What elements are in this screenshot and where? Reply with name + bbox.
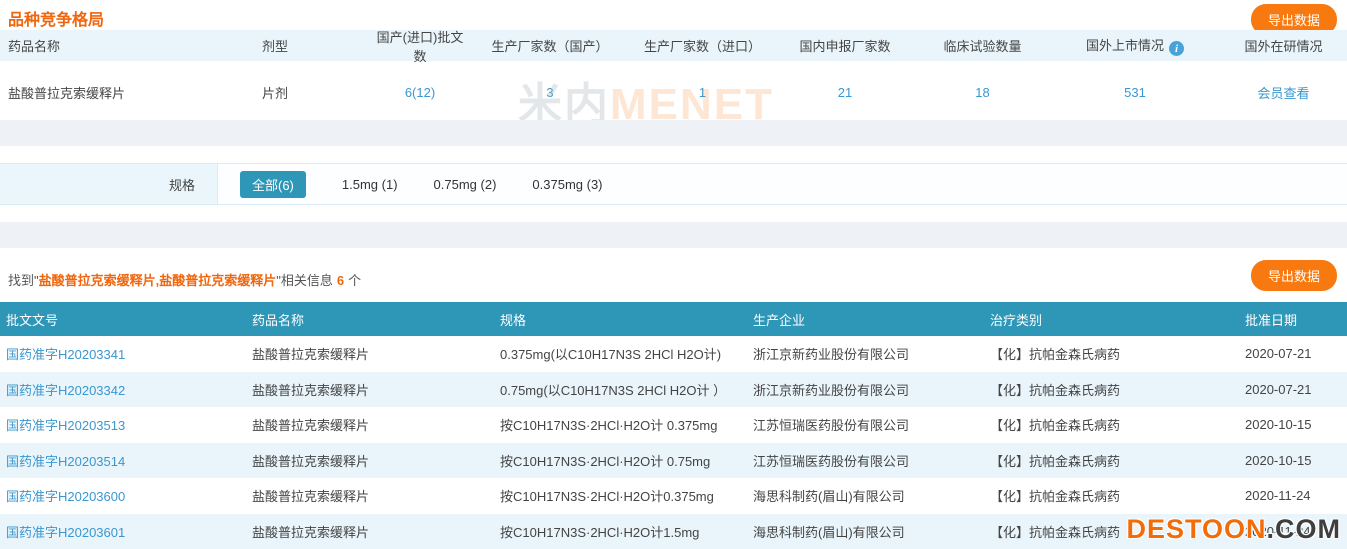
col-approval-date: 批准日期 [1239, 310, 1347, 329]
approval-number-link[interactable]: 国药准字H20203601 [6, 525, 125, 540]
approval-number-link[interactable]: 国药准字H20203341 [6, 347, 125, 362]
section-divider [0, 120, 1347, 146]
export-data-button-results[interactable]: 导出数据 [1251, 260, 1337, 291]
col-clinical-trials: 临床试验数量 [915, 36, 1050, 55]
filter-option-1-5mg[interactable]: 1.5mg (1) [342, 177, 398, 192]
cell-specification: 按C10H17N3S·2HCl·H2O计0.375mg [494, 486, 747, 505]
cell-approval-date: 2020-11-24 [1239, 524, 1347, 539]
spec-filter-bar: 规格 全部(6) 1.5mg (1) 0.75mg (2) 0.375mg (3… [0, 163, 1347, 205]
page-title: 品种竞争格局 [8, 6, 104, 30]
table-row: 国药准字H20203514 盐酸普拉克索缓释片 按C10H17N3S·2HCl·… [0, 443, 1347, 479]
cell-dosage-form: 片剂 [258, 83, 370, 102]
cell-approval-date: 2020-07-21 [1239, 382, 1347, 397]
col-manufacturer: 生产企业 [747, 310, 984, 329]
info-icon[interactable]: i [1169, 41, 1184, 56]
results-prefix: 找到" [8, 273, 39, 288]
summary-table-row: 盐酸普拉克索缓释片 片剂 6(12) 3 1 21 18 531 会员查看 [0, 61, 1347, 123]
cell-approval-date: 2020-07-21 [1239, 346, 1347, 361]
table-row: 国药准字H20203601 盐酸普拉克索缓释片 按C10H17N3S·2HCl·… [0, 514, 1347, 549]
summary-table-header: 药品名称 剂型 国产(进口)批文数 生产厂家数（国产） 生产厂家数（进口） 国内… [0, 30, 1347, 61]
results-count: 6 [337, 273, 344, 288]
results-summary-text: 找到"盐酸普拉克索缓释片,盐酸普拉克索缓释片"相关信息 6个 [8, 270, 361, 289]
results-table: 批文文号 药品名称 规格 生产企业 治疗类别 批准日期 国药准字H2020334… [0, 302, 1347, 549]
col-overseas-marketed-label: 国外上市情况 [1086, 38, 1164, 53]
cell-therapy-category: 【化】抗帕金森氏病药 [984, 344, 1239, 363]
table-row: 国药准字H20203342 盐酸普拉克索缓释片 0.75mg(以C10H17N3… [0, 372, 1347, 408]
summary-table: 药品名称 剂型 国产(进口)批文数 生产厂家数（国产） 生产厂家数（进口） 国内… [0, 30, 1347, 123]
results-table-header: 批文文号 药品名称 规格 生产企业 治疗类别 批准日期 [0, 302, 1347, 336]
table-row: 国药准字H20203513 盐酸普拉克索缓释片 按C10H17N3S·2HCl·… [0, 407, 1347, 443]
approval-number-link[interactable]: 国药准字H20203514 [6, 454, 125, 469]
col-approval-count: 国产(进口)批文数 [370, 27, 470, 65]
cell-domestic-applicants-link[interactable]: 21 [838, 85, 852, 100]
section-divider [0, 222, 1347, 248]
cell-approval-date: 2020-11-24 [1239, 488, 1347, 503]
cell-overseas-marketed-link[interactable]: 531 [1124, 85, 1146, 100]
col-therapy-category: 治疗类别 [984, 310, 1239, 329]
cell-drug-name: 盐酸普拉克索缓释片 [246, 486, 494, 505]
cell-drug-name: 盐酸普拉克索缓释片 [246, 415, 494, 434]
cell-therapy-category: 【化】抗帕金森氏病药 [984, 415, 1239, 434]
col-domestic-applicants: 国内申报厂家数 [775, 36, 915, 55]
cell-drug-name: 盐酸普拉克索缓释片 [246, 380, 494, 399]
cell-therapy-category: 【化】抗帕金森氏病药 [984, 522, 1239, 541]
cell-drug-name: 盐酸普拉克索缓释片 [246, 522, 494, 541]
cell-approval-date: 2020-10-15 [1239, 453, 1347, 468]
cell-therapy-category: 【化】抗帕金森氏病药 [984, 451, 1239, 470]
cell-manufacturer: 海思科制药(眉山)有限公司 [747, 522, 984, 541]
cell-manufacturer: 江苏恒瑞医药股份有限公司 [747, 415, 984, 434]
cell-therapy-category: 【化】抗帕金森氏病药 [984, 486, 1239, 505]
cell-specification: 按C10H17N3S·2HCl·H2O计 0.375mg [494, 415, 747, 434]
cell-specification: 0.75mg(以C10H17N3S 2HCl H2O计 ） [494, 380, 747, 399]
filter-option-0-75mg[interactable]: 0.75mg (2) [434, 177, 497, 192]
col-approval-number: 批文文号 [0, 310, 246, 329]
col-domestic-manufacturers: 生产厂家数（国产） [470, 36, 630, 55]
member-view-link[interactable]: 会员查看 [1257, 86, 1309, 101]
cell-import-manufacturers-link[interactable]: 1 [699, 85, 706, 100]
results-keyword: 盐酸普拉克索缓释片,盐酸普拉克索缓释片 [39, 273, 277, 288]
cell-manufacturer: 海思科制药(眉山)有限公司 [747, 486, 984, 505]
results-suffix: 个 [348, 273, 361, 288]
approval-number-link[interactable]: 国药准字H20203600 [6, 489, 125, 504]
cell-approval-date: 2020-10-15 [1239, 417, 1347, 432]
results-middle: "相关信息 [276, 273, 333, 288]
table-row: 国药准字H20203341 盐酸普拉克索缓释片 0.375mg(以C10H17N… [0, 336, 1347, 372]
cell-drug-name: 盐酸普拉克索缓释片 [246, 344, 494, 363]
cell-approval-count-link[interactable]: 6(12) [405, 85, 435, 100]
approval-number-link[interactable]: 国药准字H20203513 [6, 418, 125, 433]
cell-domestic-manufacturers-link[interactable]: 3 [546, 85, 553, 100]
approval-number-link[interactable]: 国药准字H20203342 [6, 383, 125, 398]
cell-manufacturer: 浙江京新药业股份有限公司 [747, 344, 984, 363]
filter-option-0-375mg[interactable]: 0.375mg (3) [532, 177, 602, 192]
cell-drug-name: 盐酸普拉克索缓释片 [0, 83, 258, 102]
cell-specification: 按C10H17N3S·2HCl·H2O计 0.75mg [494, 451, 747, 470]
col-drug-name: 药品名称 [0, 36, 258, 55]
cell-manufacturer: 江苏恒瑞医药股份有限公司 [747, 451, 984, 470]
col-dosage-form: 剂型 [258, 36, 370, 55]
cell-drug-name: 盐酸普拉克索缓释片 [246, 451, 494, 470]
cell-clinical-trials-link[interactable]: 18 [975, 85, 989, 100]
filter-option-all[interactable]: 全部(6) [240, 171, 306, 198]
cell-specification: 0.375mg(以C10H17N3S 2HCl H2O计) [494, 344, 747, 363]
col-overseas-marketed: 国外上市情况 i [1050, 35, 1220, 57]
cell-manufacturer: 浙江京新药业股份有限公司 [747, 380, 984, 399]
spec-filter-options: 全部(6) 1.5mg (1) 0.75mg (2) 0.375mg (3) [218, 164, 1347, 204]
col-overseas-research: 国外在研情况 [1220, 36, 1347, 55]
col-drug-name: 药品名称 [246, 310, 494, 329]
cell-specification: 按C10H17N3S·2HCl·H2O计1.5mg [494, 522, 747, 541]
table-row: 国药准字H20203600 盐酸普拉克索缓释片 按C10H17N3S·2HCl·… [0, 478, 1347, 514]
cell-therapy-category: 【化】抗帕金森氏病药 [984, 380, 1239, 399]
spec-filter-label: 规格 [0, 164, 218, 204]
col-import-manufacturers: 生产厂家数（进口） [630, 36, 775, 55]
col-specification: 规格 [494, 310, 747, 329]
